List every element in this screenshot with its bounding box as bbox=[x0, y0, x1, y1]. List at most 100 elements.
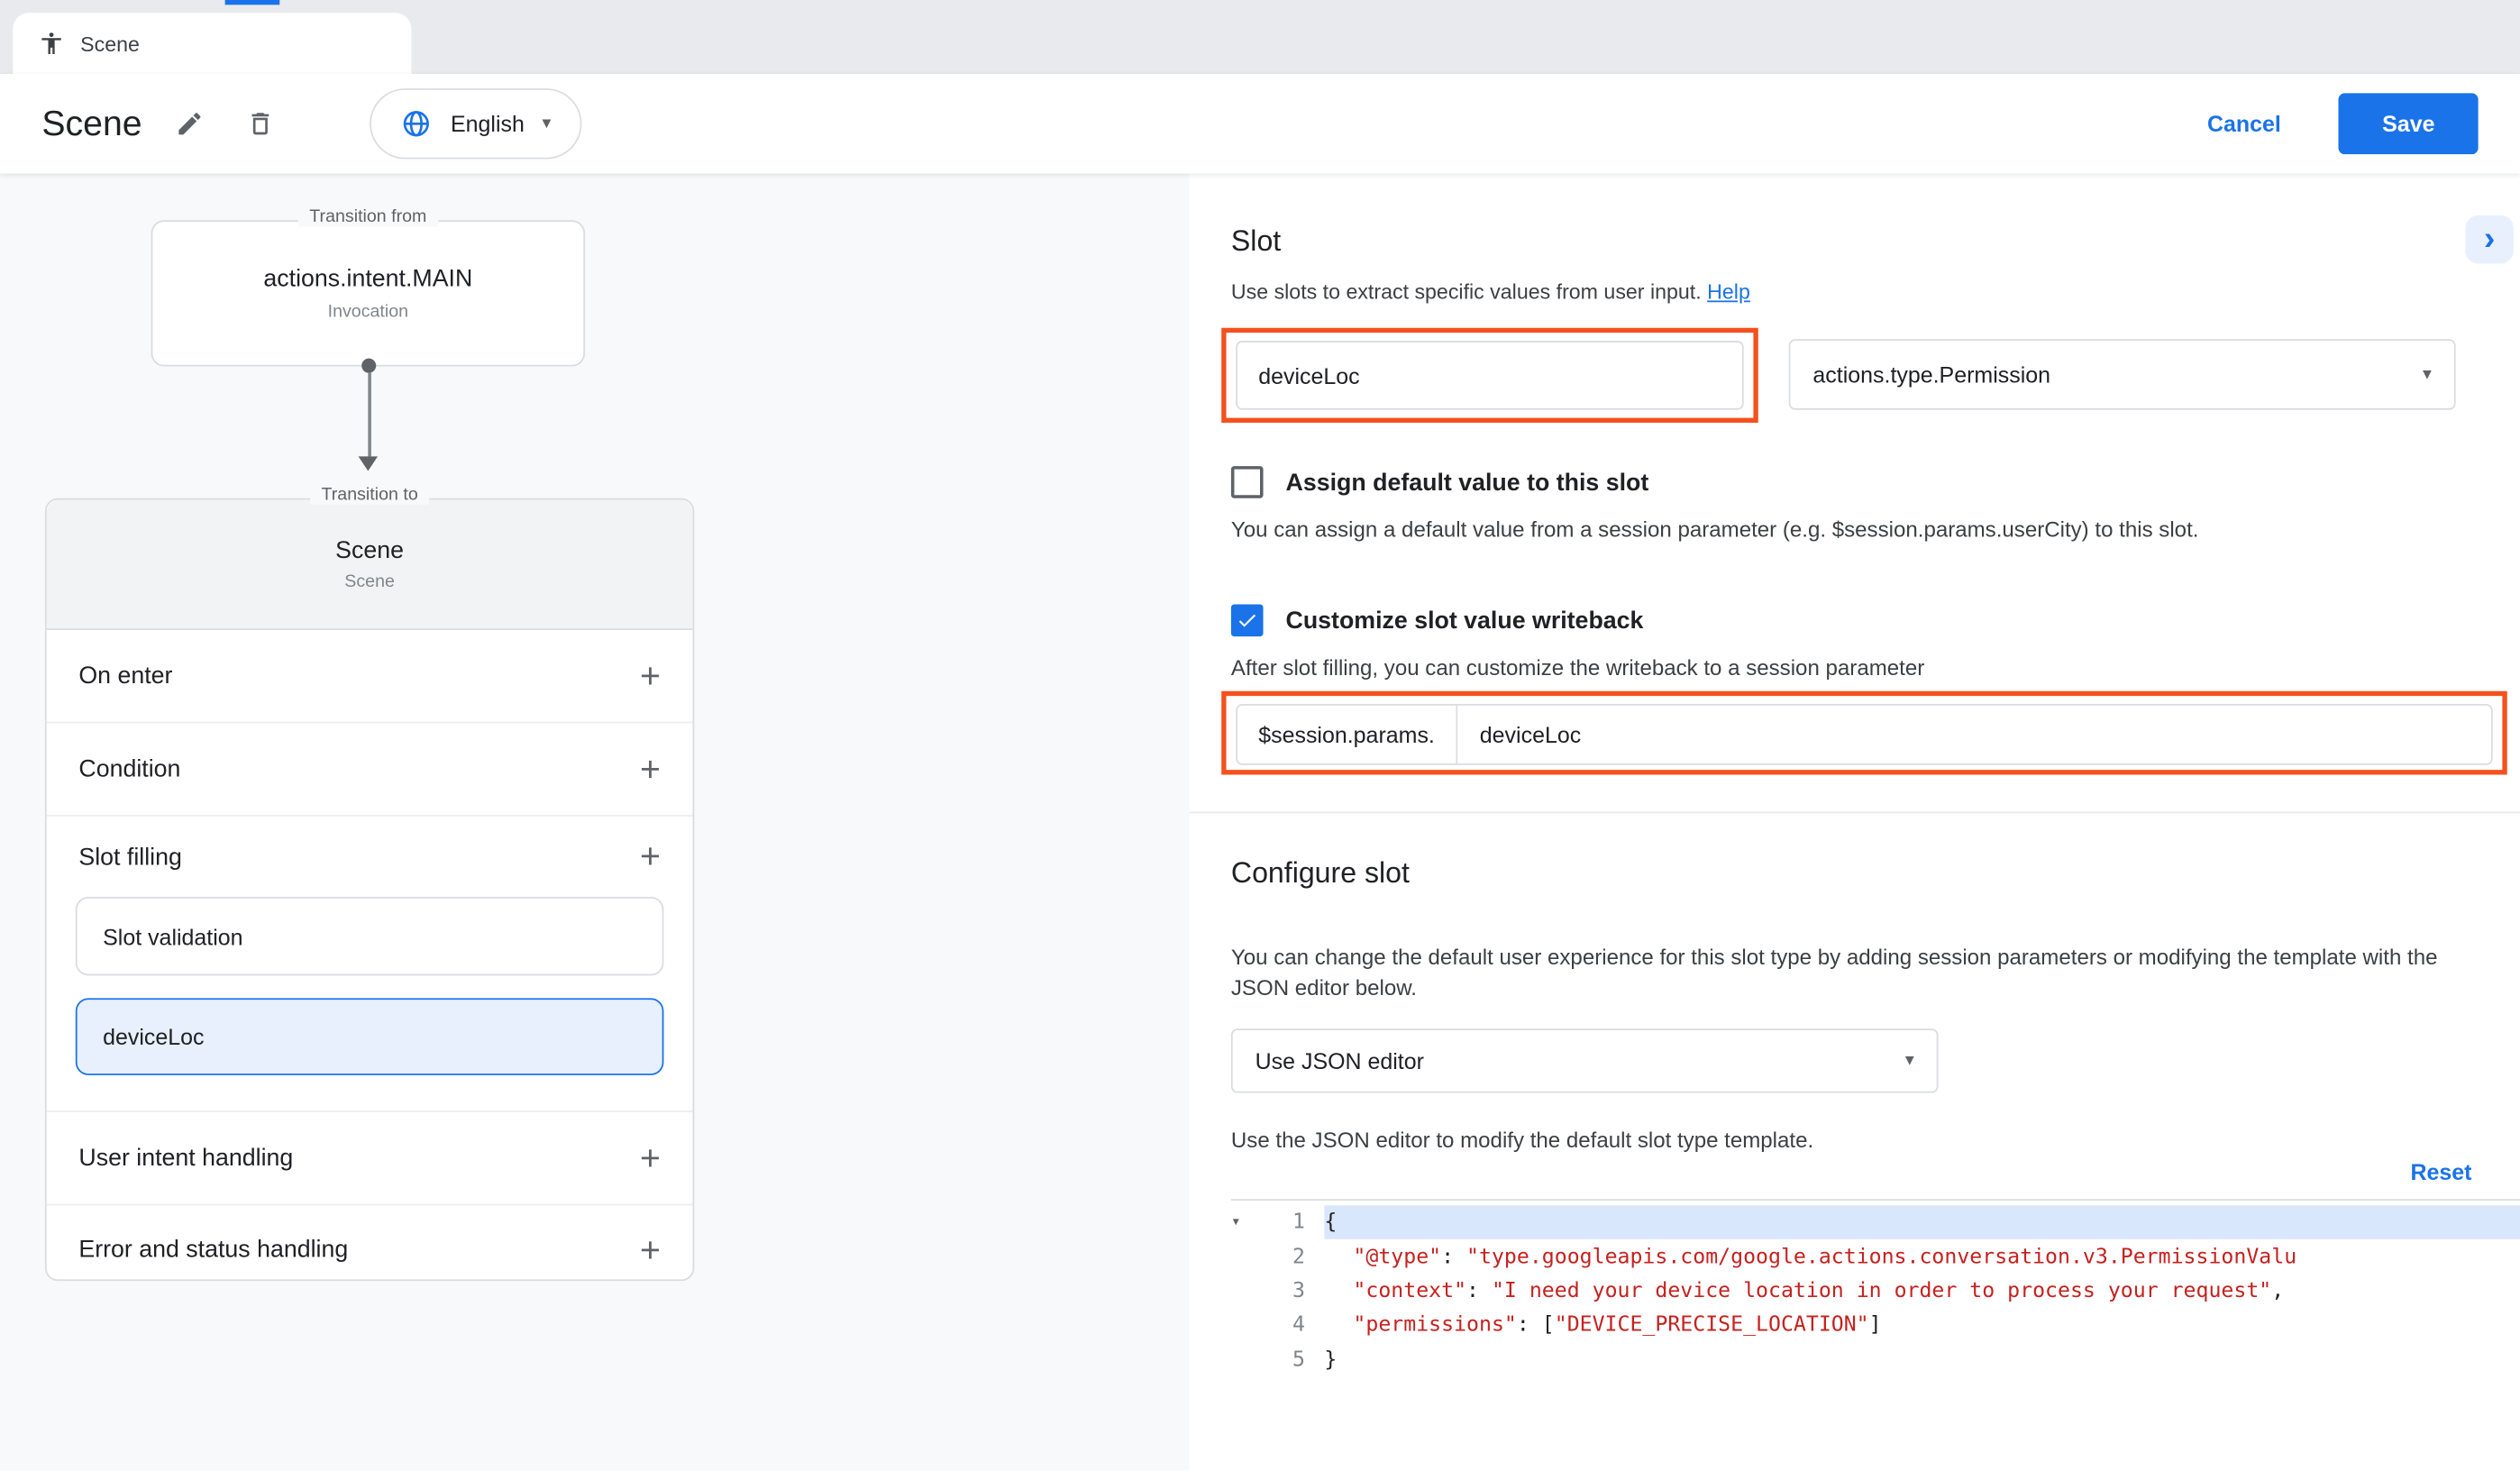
tab-bar: Scene bbox=[0, 0, 2520, 74]
chevron-down-icon: ▾ bbox=[542, 114, 551, 132]
slot-name-highlight bbox=[1221, 328, 1758, 423]
code-punct: ] bbox=[1869, 1313, 1882, 1338]
default-value-row: Assign default value to this slot bbox=[1231, 466, 1648, 498]
section-error-status-handling[interactable]: Error and status handling + bbox=[47, 1205, 693, 1293]
slot-validation-item[interactable]: Slot validation bbox=[76, 897, 664, 975]
save-button[interactable]: Save bbox=[2339, 93, 2479, 154]
collapse-panel-button[interactable]: › bbox=[2465, 215, 2513, 263]
code-line[interactable]: 3 "context": "I need your device locatio… bbox=[1231, 1275, 2520, 1309]
connector-arrowhead bbox=[359, 456, 378, 471]
connector-line bbox=[367, 373, 370, 457]
writeback-note: After slot filling, you can customize th… bbox=[1231, 656, 2469, 681]
trash-icon bbox=[247, 109, 276, 138]
check-icon bbox=[1236, 609, 1258, 632]
code-content: { bbox=[1324, 1205, 2520, 1239]
json-code-editor[interactable]: ▾ 1 { 2 "@type": "type.googleapis.com/go… bbox=[1231, 1199, 2520, 1470]
line-number: 5 bbox=[1256, 1348, 1324, 1373]
code-punct: [ bbox=[1542, 1313, 1555, 1338]
section-label: Error and status handling bbox=[78, 1236, 348, 1263]
code-line[interactable]: ▾ 1 { bbox=[1231, 1205, 2520, 1239]
tab-label: Scene bbox=[80, 32, 140, 56]
slot-type-value: actions.type.Permission bbox=[1812, 361, 2050, 388]
code-punct: } bbox=[1324, 1348, 1337, 1373]
writeback-value-input[interactable] bbox=[1457, 706, 2491, 763]
writeback-highlight: $session.params. bbox=[1221, 691, 2507, 775]
section-slot-filling: Slot filling + Slot validation deviceLoc bbox=[47, 817, 693, 1112]
transition-from-node[interactable]: Transition from actions.intent.MAIN Invo… bbox=[151, 220, 585, 366]
scene-card-header[interactable]: Transition to Scene Scene bbox=[47, 500, 693, 630]
help-link[interactable]: Help bbox=[1707, 279, 1750, 304]
code-punct: : bbox=[1517, 1313, 1542, 1338]
line-number: 3 bbox=[1256, 1279, 1324, 1303]
writeback-checkbox[interactable] bbox=[1231, 604, 1264, 636]
transition-to-label: Transition to bbox=[310, 486, 429, 505]
slot-name-input[interactable] bbox=[1236, 341, 1743, 410]
cancel-button[interactable]: Cancel bbox=[2207, 111, 2281, 137]
delete-button[interactable] bbox=[239, 101, 284, 146]
language-label: English bbox=[451, 111, 525, 137]
configure-description: You can change the default user experien… bbox=[1231, 942, 2452, 1003]
section-user-intent-handling[interactable]: User intent handling + bbox=[47, 1112, 693, 1205]
section-on-enter[interactable]: On enter + bbox=[47, 630, 693, 723]
add-icon[interactable]: + bbox=[640, 658, 661, 693]
slot-type-select[interactable]: actions.type.Permission ▾ bbox=[1789, 339, 2456, 409]
person-icon bbox=[39, 31, 65, 57]
slot-filling-header[interactable]: Slot filling + bbox=[47, 817, 693, 897]
section-label: User intent handling bbox=[78, 1145, 293, 1172]
tab-accent-bar bbox=[225, 0, 280, 5]
reset-link[interactable]: Reset bbox=[2410, 1159, 2471, 1185]
slot-subtitle-text: Use slots to extract specific values fro… bbox=[1231, 279, 1702, 304]
add-icon[interactable]: + bbox=[640, 752, 661, 787]
slot-deviceloc-item[interactable]: deviceLoc bbox=[76, 998, 664, 1075]
section-label: Slot filling bbox=[78, 843, 181, 870]
globe-icon bbox=[401, 107, 434, 140]
code-string: "I need your device location in order to… bbox=[1492, 1279, 2271, 1303]
json-editor-select-value: Use JSON editor bbox=[1255, 1048, 1424, 1074]
chevron-right-icon: › bbox=[2484, 220, 2495, 259]
writeback-prefix: $session.params. bbox=[1237, 706, 1457, 763]
main: Transition from actions.intent.MAIN Invo… bbox=[0, 174, 2520, 1471]
chevron-down-icon: ▾ bbox=[2423, 366, 2432, 384]
page: Scene Scene English ▾ Cancel Save Transi… bbox=[0, 0, 2520, 1471]
code-content: "context": "I need your device location … bbox=[1324, 1275, 2520, 1309]
code-punct: { bbox=[1324, 1211, 1337, 1235]
code-punct: : bbox=[1466, 1279, 1492, 1303]
default-value-label: Assign default value to this slot bbox=[1286, 469, 1649, 496]
line-number: 4 bbox=[1256, 1313, 1324, 1338]
tab-scene[interactable]: Scene bbox=[13, 13, 411, 74]
chevron-down-icon: ▾ bbox=[1905, 1052, 1914, 1070]
json-editor-select[interactable]: Use JSON editor ▾ bbox=[1231, 1028, 1939, 1092]
scene-card: Transition to Scene Scene On enter + Con… bbox=[45, 498, 694, 1281]
default-value-checkbox[interactable] bbox=[1231, 466, 1264, 498]
writeback-label: Customize slot value writeback bbox=[1286, 607, 1644, 634]
edit-button[interactable] bbox=[168, 101, 213, 146]
connector-dot bbox=[361, 359, 376, 373]
code-content: } bbox=[1324, 1343, 2520, 1377]
item-label: deviceLoc bbox=[103, 1024, 204, 1050]
section-condition[interactable]: Condition + bbox=[47, 723, 693, 816]
language-selector[interactable]: English ▾ bbox=[370, 88, 581, 159]
scene-name: Scene bbox=[335, 537, 404, 564]
slot-title: Slot bbox=[1231, 225, 1281, 259]
code-line[interactable]: 4 "permissions": ["DEVICE_PRECISE_LOCATI… bbox=[1231, 1309, 2520, 1343]
line-number: 2 bbox=[1256, 1245, 1324, 1269]
add-icon[interactable]: + bbox=[640, 1232, 661, 1267]
json-editor-note: Use the JSON editor to modify the defaul… bbox=[1231, 1128, 1813, 1153]
code-line[interactable]: 2 "@type": "type.googleapis.com/google.a… bbox=[1231, 1240, 2520, 1275]
scene-diagram-panel: Transition from actions.intent.MAIN Invo… bbox=[0, 174, 1190, 1471]
configure-slot-title: Configure slot bbox=[1231, 856, 1410, 890]
default-value-note: You can assign a default value from a se… bbox=[1231, 517, 2469, 542]
add-icon[interactable]: + bbox=[640, 839, 661, 874]
code-line[interactable]: 5 } bbox=[1231, 1343, 2520, 1377]
slot-editor-panel: › Slot Use slots to extract specific val… bbox=[1190, 174, 2520, 1471]
intent-type: Invocation bbox=[328, 302, 408, 321]
code-content: "permissions": ["DEVICE_PRECISE_LOCATION… bbox=[1324, 1309, 2520, 1343]
transition-from-label: Transition from bbox=[298, 207, 438, 226]
slot-subtitle: Use slots to extract specific values fro… bbox=[1231, 279, 1750, 304]
add-icon[interactable]: + bbox=[640, 1140, 661, 1175]
writeback-input-group: $session.params. bbox=[1236, 704, 2492, 765]
code-content: "@type": "type.googleapis.com/google.act… bbox=[1324, 1240, 2520, 1275]
code-punct: : bbox=[1441, 1245, 1466, 1269]
pencil-icon bbox=[176, 109, 205, 138]
fold-icon[interactable]: ▾ bbox=[1231, 1214, 1257, 1232]
